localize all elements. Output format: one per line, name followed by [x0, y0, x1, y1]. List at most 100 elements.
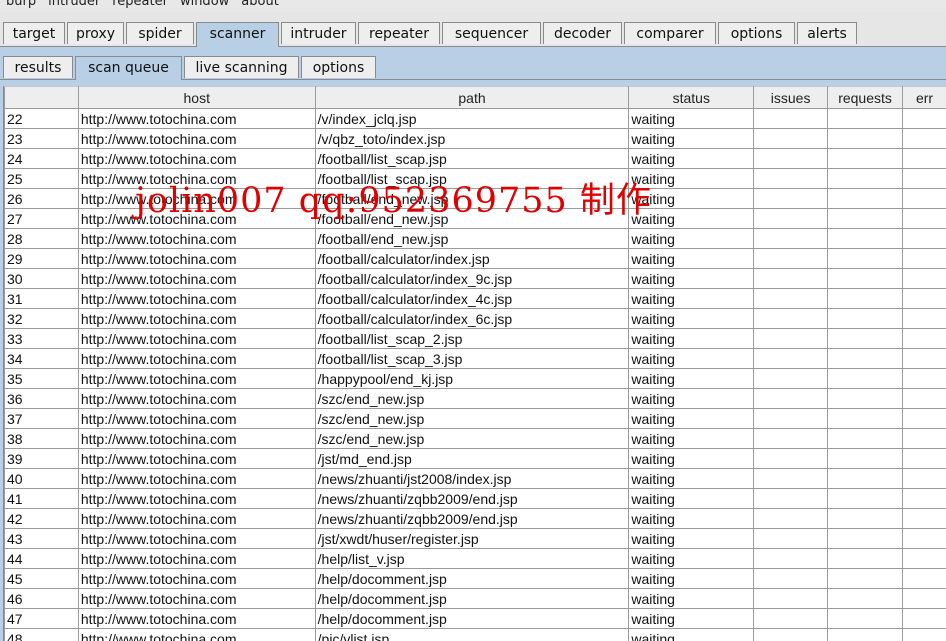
- row-host: http://www.totochina.com: [77, 228, 316, 249]
- row-index: 32: [4, 308, 79, 329]
- row-host: http://www.totochina.com: [77, 128, 316, 149]
- table-row[interactable]: 41 http://www.totochina.com/news/zhuanti/…: [4, 488, 946, 509]
- empty-cell: [902, 408, 946, 429]
- col-requests-header[interactable]: requests: [827, 86, 904, 109]
- table-row[interactable]: 24 http://www.totochina.com/football/list…: [4, 148, 946, 169]
- table-row[interactable]: 30 http://www.totochina.com/football/calc…: [4, 268, 946, 289]
- table-row[interactable]: 26 http://www.totochina.com/football/end_…: [4, 188, 946, 209]
- row-index: 40: [4, 468, 79, 489]
- tab-sequencer[interactable]: sequencer: [442, 22, 541, 44]
- row-host: http://www.totochina.com: [77, 288, 316, 309]
- row-host: http://www.totochina.com: [77, 268, 316, 289]
- empty-cell: [827, 108, 904, 129]
- empty-cell: [902, 128, 946, 149]
- empty-cell: [827, 608, 904, 629]
- tab-options[interactable]: options: [718, 22, 795, 44]
- empty-cell: [902, 148, 946, 169]
- table-row[interactable]: 47 http://www.totochina.com/help/docommen…: [4, 608, 946, 629]
- row-status: waiting: [628, 628, 755, 641]
- empty-cell: [902, 248, 946, 269]
- subtab-options[interactable]: options: [301, 56, 376, 78]
- table-row[interactable]: 36 http://www.totochina.com/szc/end_new.j…: [4, 388, 946, 409]
- table-row[interactable]: 22 http://www.totochina.com/v/index_jclq.…: [4, 108, 946, 129]
- table-row[interactable]: 45 http://www.totochina.com/help/docommen…: [4, 568, 946, 589]
- row-index: 34: [4, 348, 79, 369]
- tab-target[interactable]: target: [3, 22, 65, 44]
- table-row[interactable]: 32 http://www.totochina.com/football/calc…: [4, 308, 946, 329]
- empty-cell: [902, 448, 946, 469]
- tab-repeater[interactable]: repeater: [358, 22, 440, 44]
- tab-alerts[interactable]: alerts: [797, 22, 857, 44]
- menu-about[interactable]: about: [235, 0, 285, 12]
- tab-comparer[interactable]: comparer: [624, 22, 716, 44]
- empty-cell: [753, 348, 829, 369]
- col-host-header[interactable]: host: [77, 86, 316, 109]
- empty-cell: [902, 368, 946, 389]
- menu-intruder[interactable]: intruder: [42, 0, 106, 12]
- tab-decoder[interactable]: decoder: [543, 22, 622, 44]
- subtab-live-scanning[interactable]: live scanning: [184, 56, 299, 78]
- table-row[interactable]: 34 http://www.totochina.com/football/list…: [4, 348, 946, 369]
- row-status: waiting: [628, 528, 755, 549]
- row-path: /news/zhuanti/zqbb2009/end.jsp: [314, 488, 630, 509]
- tab-scanner[interactable]: scanner: [196, 22, 279, 47]
- empty-cell: [902, 288, 946, 309]
- empty-cell: [902, 328, 946, 349]
- col-path-header[interactable]: path: [314, 86, 630, 109]
- row-path: /football/calculator/index.jsp: [314, 248, 630, 269]
- row-index: 27: [4, 208, 79, 229]
- subtab-results[interactable]: results: [3, 56, 73, 78]
- table-row[interactable]: 33 http://www.totochina.com/football/list…: [4, 328, 946, 349]
- table-row[interactable]: 25 http://www.totochina.com/football/list…: [4, 168, 946, 189]
- empty-cell: [753, 228, 829, 249]
- table-row[interactable]: 38 http://www.totochina.com/szc/end_new.j…: [4, 428, 946, 449]
- table-row[interactable]: 37 http://www.totochina.com/szc/end_new.j…: [4, 408, 946, 429]
- empty-cell: [753, 468, 829, 489]
- empty-cell: [902, 488, 946, 509]
- row-host: http://www.totochina.com: [77, 608, 316, 629]
- subtab-scan-queue[interactable]: scan queue: [75, 56, 182, 80]
- tab-spider[interactable]: spider: [126, 22, 194, 44]
- table-row[interactable]: 44 http://www.totochina.com/help/list_v.j…: [4, 548, 946, 569]
- col-index-header[interactable]: [4, 86, 79, 109]
- table-row[interactable]: 48 http://www.totochina.com/pic/vlist.jsp…: [4, 628, 946, 641]
- empty-cell: [753, 448, 829, 469]
- row-index: 36: [4, 388, 79, 409]
- empty-cell: [902, 228, 946, 249]
- table-row[interactable]: 35 http://www.totochina.com/happypool/end…: [4, 368, 946, 389]
- row-path: /help/docomment.jsp: [314, 608, 630, 629]
- menu-window[interactable]: window: [174, 0, 235, 12]
- row-path: /football/list_scap.jsp: [314, 148, 630, 169]
- table-row[interactable]: 39 http://www.totochina.com/jst/md_end.js…: [4, 448, 946, 469]
- menu-repeater[interactable]: repeater: [106, 0, 174, 12]
- row-status: waiting: [628, 148, 755, 169]
- col-status-header[interactable]: status: [628, 86, 755, 109]
- table-row[interactable]: 31 http://www.totochina.com/football/calc…: [4, 288, 946, 309]
- table-row[interactable]: 42 http://www.totochina.com/news/zhuanti/…: [4, 508, 946, 529]
- empty-cell: [827, 508, 904, 529]
- row-index: 39: [4, 448, 79, 469]
- empty-cell: [827, 168, 904, 189]
- table-row[interactable]: 23 http://www.totochina.com/v/qbz_toto/in…: [4, 128, 946, 149]
- table-row[interactable]: 40 http://www.totochina.com/news/zhuanti/…: [4, 468, 946, 489]
- table-row[interactable]: 28 http://www.totochina.com/football/end_…: [4, 228, 946, 249]
- row-status: waiting: [628, 408, 755, 429]
- col-err-header[interactable]: err: [902, 86, 946, 109]
- table-row[interactable]: 27 http://www.totochina.com/football/end_…: [4, 208, 946, 229]
- tab-intruder[interactable]: intruder: [281, 22, 356, 44]
- empty-cell: [827, 128, 904, 149]
- row-status: waiting: [628, 388, 755, 409]
- row-path: /szc/end_new.jsp: [314, 428, 630, 449]
- empty-cell: [902, 168, 946, 189]
- table-row[interactable]: 43 http://www.totochina.com/jst/xwdt/huse…: [4, 528, 946, 549]
- empty-cell: [827, 408, 904, 429]
- menu-burp[interactable]: burp: [0, 0, 42, 12]
- menu-bar: burp intruder repeater window about: [0, 0, 946, 12]
- empty-cell: [827, 568, 904, 589]
- table-row[interactable]: 46 http://www.totochina.com/help/docommen…: [4, 588, 946, 609]
- table-row[interactable]: 29 http://www.totochina.com/football/calc…: [4, 248, 946, 269]
- col-issues-header[interactable]: issues: [753, 86, 829, 109]
- tab-proxy[interactable]: proxy: [67, 22, 124, 44]
- scan-queue-table-container[interactable]: host path status issues requests err 22 http:/…: [3, 86, 946, 641]
- row-index: 22: [4, 108, 79, 129]
